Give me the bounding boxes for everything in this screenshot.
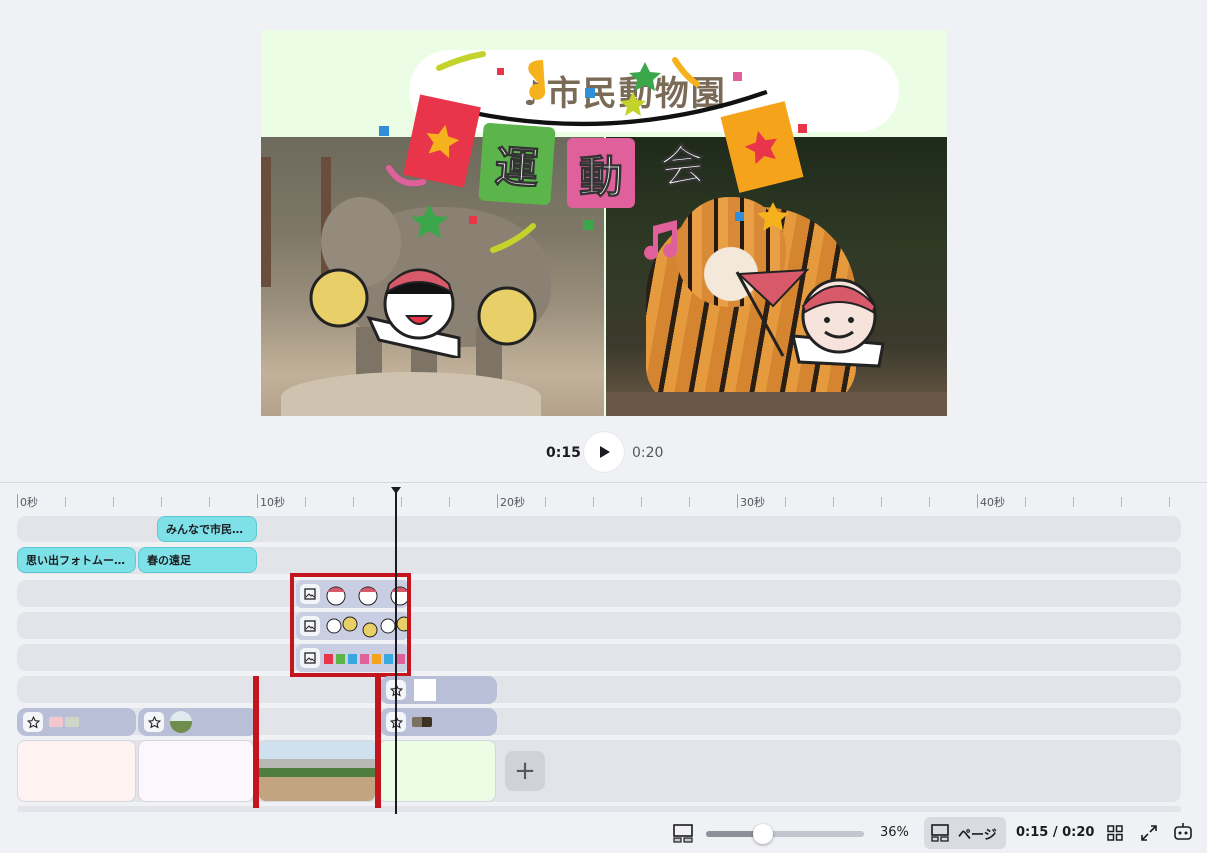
ruler-label-0: 0秒: [20, 496, 38, 509]
ruler-label-10: 10秒: [260, 496, 285, 509]
play-button[interactable]: [584, 432, 624, 472]
text-clip-1[interactable]: みんなで市民…: [157, 516, 257, 542]
ruler-tick: [593, 497, 594, 507]
track-media-1[interactable]: [17, 676, 1181, 703]
ruler-tick: [689, 497, 690, 507]
flag-kid-sticker[interactable]: [733, 266, 903, 376]
ruler-tick: [1169, 497, 1170, 507]
cheerleader-sticker[interactable]: [309, 258, 539, 358]
media-thumb: [414, 679, 436, 701]
ruler-tick: [65, 497, 66, 507]
selection-outline: [290, 573, 411, 677]
zoom-value: 36%: [880, 825, 909, 840]
grid-icon[interactable]: [1106, 824, 1124, 842]
track-sticker-3[interactable]: [17, 644, 1181, 671]
track-sticker-1[interactable]: [17, 580, 1181, 607]
text-clip-2[interactable]: 思い出フォトムー…: [17, 547, 136, 573]
trim-handle-left[interactable]: [253, 676, 259, 808]
ruler-tick: [977, 494, 978, 508]
ruler-tick: [401, 497, 402, 507]
ruler-label-40: 40秒: [980, 496, 1005, 509]
ruler-tick: [881, 497, 882, 507]
ruler-tick: [929, 497, 930, 507]
timeline-divider: [0, 482, 1207, 483]
media-clip-1[interactable]: [17, 708, 136, 736]
ruler-tick: [833, 497, 834, 507]
fullscreen-icon[interactable]: [1140, 824, 1158, 842]
media-thumb: [170, 711, 192, 733]
ruler-tick: [641, 497, 642, 507]
current-time: 0:15: [546, 445, 581, 461]
ruler-tick: [449, 497, 450, 507]
media-clip-white[interactable]: [380, 676, 497, 704]
ruler-label-30: 30秒: [740, 496, 765, 509]
text-clip-label: 春の遠足: [147, 554, 191, 567]
ruler-tick: [497, 494, 498, 508]
design-canvas[interactable]: ♪市民動物園 運 動 会: [261, 30, 947, 416]
total-time: 0:20: [632, 445, 664, 461]
ruler-tick: [1121, 497, 1122, 507]
ruler-tick: [113, 497, 114, 507]
text-clip-label: 思い出フォトムー…: [26, 554, 125, 567]
ruler-tick: [353, 497, 354, 507]
playback-controls: 0:15 0:20: [0, 430, 1207, 474]
ruler-label-20: 20秒: [500, 496, 525, 509]
layout-icon[interactable]: [672, 824, 694, 844]
media-thumb: [65, 717, 79, 727]
text-clip-3[interactable]: 春の遠足: [138, 547, 257, 573]
assistant-icon[interactable]: [1172, 821, 1194, 843]
zoom-slider-knob[interactable]: [752, 824, 773, 844]
plus-icon: +: [514, 756, 536, 786]
editor-root: ♪市民動物園 運 動 会 0:15 0:20 0秒 10秒 20秒 30秒 40…: [0, 0, 1207, 853]
media-clip-2[interactable]: [138, 708, 257, 736]
add-page-button[interactable]: +: [505, 751, 545, 791]
time-readout: 0:15 / 0:20: [1016, 825, 1095, 840]
ruler-tick: [305, 497, 306, 507]
sticker-icon: [144, 712, 164, 732]
media-clip-3[interactable]: [380, 708, 497, 736]
ruler-tick: [17, 494, 18, 508]
ruler-tick: [737, 494, 738, 508]
ruler-tick: [785, 497, 786, 507]
ruler-tick: [545, 497, 546, 507]
play-icon: [600, 446, 610, 458]
media-thumb: [49, 717, 63, 727]
zoom-slider[interactable]: [706, 824, 864, 844]
media-thumb: [412, 717, 432, 727]
timeline-ruler[interactable]: 0秒 10秒 20秒 30秒 40秒: [17, 492, 1182, 512]
ruler-tick: [1025, 497, 1026, 507]
ruler-tick: [209, 497, 210, 507]
text-clip-label: みんなで市民…: [166, 523, 243, 536]
bottom-toolbar: 36% ページ 0:15 / 0:20: [0, 812, 1207, 853]
page-view-label: ページ: [958, 827, 997, 843]
ruler-tick: [161, 497, 162, 507]
playhead-line[interactable]: [395, 492, 397, 814]
page-clip-2[interactable]: [138, 740, 254, 802]
ruler-tick: [1073, 497, 1074, 507]
page-view-button[interactable]: ページ: [924, 817, 1006, 849]
ruler-tick: [257, 494, 258, 508]
trim-handle-right[interactable]: [375, 676, 381, 808]
sticker-icon: [23, 712, 43, 732]
page-clip-3-school[interactable]: [258, 740, 376, 802]
track-sticker-2[interactable]: [17, 612, 1181, 639]
page-view-icon: [931, 824, 949, 842]
page-clip-1[interactable]: [17, 740, 136, 802]
